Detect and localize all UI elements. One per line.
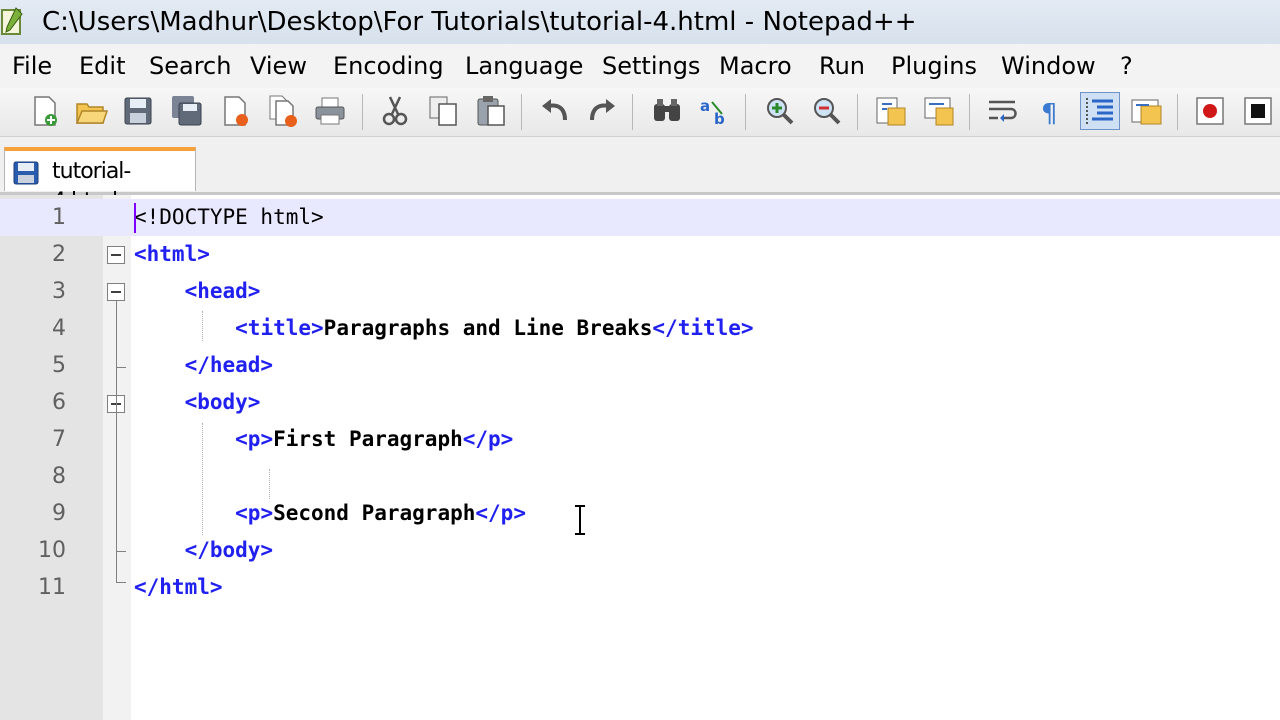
code-line: 4 <title>Paragraphs and Line Breaks</tit… [0,310,1280,347]
code-line: 6 <body> [0,384,1280,421]
menu-run[interactable]: Run [819,50,865,82]
open-file-icon[interactable] [74,94,108,128]
find-icon[interactable] [650,94,684,128]
line-text: </body> [134,538,274,562]
line-number: 9 [52,501,66,526]
code-editor[interactable]: 1 <!DOCTYPE html> 2 <html> 3 <head> 4 <t… [0,195,1280,720]
line-text: </html> [134,575,223,599]
line-number: 6 [52,390,66,415]
toolbar-separator [745,94,746,130]
saved-file-icon [13,161,39,185]
svg-text:a: a [700,97,710,115]
toolbar-separator [857,94,858,130]
window-title: C:\Users\Madhur\Desktop\For Tutorials\tu… [42,7,917,37]
svg-text:b: b [714,110,725,128]
code-line: 11 </html> [0,569,1280,606]
menu-plugins[interactable]: Plugins [891,50,977,82]
line-text: <title>Paragraphs and Line Breaks</title… [235,316,754,340]
line-text: </head> [134,353,274,377]
menu-macro[interactable]: Macro [719,50,792,82]
line-number: 4 [52,316,66,341]
line-text: <p>First Paragraph</p> [235,427,514,451]
code-line: 3 <head> [0,273,1280,310]
user-language-icon[interactable] [1129,94,1163,128]
line-text: <body> [134,390,261,414]
replace-icon[interactable]: ab [698,94,732,128]
close-all-icon[interactable] [267,94,301,128]
line-number: 2 [52,242,66,267]
line-number: 3 [52,279,66,304]
code-line: 2 <html> [0,236,1280,273]
line-number: 1 [52,205,66,230]
svg-text:¶: ¶ [1041,99,1058,128]
menu-bar: File Edit Search View Encoding Language … [0,44,1280,88]
toolbar: ab ¶ [0,88,1280,137]
stop-recording-icon[interactable] [1241,94,1275,128]
zoom-in-icon[interactable] [763,94,797,128]
undo-icon[interactable] [538,94,572,128]
save-all-icon[interactable] [170,94,204,128]
toolbar-separator [362,94,363,130]
code-line: 8 [0,458,1280,495]
sync-vertical-icon[interactable] [874,94,908,128]
sync-horizontal-icon[interactable] [922,94,956,128]
toolbar-separator [521,94,522,130]
line-text: <html> [134,242,210,266]
title-bar: C:\Users\Madhur\Desktop\For Tutorials\tu… [0,0,1280,44]
tab-bar: tutorial-4.html [0,137,1280,214]
indent-guide-icon[interactable] [1080,92,1120,130]
cut-icon[interactable] [378,94,412,128]
code-line: 5 </head> [0,347,1280,384]
new-file-icon[interactable] [28,94,62,128]
text-caret [134,203,136,233]
redo-icon[interactable] [585,94,619,128]
menu-settings[interactable]: Settings [602,50,700,82]
code-line: 10 </body> [0,532,1280,569]
code-line: 7 <p>First Paragraph</p> [0,421,1280,458]
print-icon[interactable] [313,94,347,128]
paste-icon[interactable] [474,94,508,128]
line-number: 7 [52,427,66,452]
line-number: 10 [38,538,66,563]
menu-window[interactable]: Window [1001,50,1096,82]
line-text: <head> [134,279,261,303]
zoom-out-icon[interactable] [810,94,844,128]
tab-tutorial-4[interactable]: tutorial-4.html [4,147,196,214]
menu-file[interactable]: File [12,50,52,82]
line-number: 8 [52,464,66,489]
text-cursor-icon [575,505,585,535]
line-number: 5 [52,353,66,378]
menu-help[interactable]: ? [1120,50,1133,82]
line-text: <!DOCTYPE html> [134,205,324,229]
menu-encoding[interactable]: Encoding [333,50,444,82]
toolbar-separator [632,94,633,130]
code-line: 1 <!DOCTYPE html> [0,199,1280,236]
line-text: <p>Second Paragraph</p> [235,501,526,525]
line-number: 11 [38,575,66,600]
show-all-characters-icon[interactable]: ¶ [1033,94,1067,128]
menu-language[interactable]: Language [465,50,583,82]
save-icon[interactable] [121,94,155,128]
record-macro-icon[interactable] [1193,94,1227,128]
notepad-plus-plus-icon [1,7,23,35]
copy-icon[interactable] [426,94,460,128]
menu-edit[interactable]: Edit [79,50,125,82]
close-icon[interactable] [219,94,253,128]
menu-search[interactable]: Search [149,50,231,82]
toolbar-separator [1177,94,1178,130]
word-wrap-icon[interactable] [986,94,1020,128]
code-line: 9 <p>Second Paragraph</p> [0,495,1280,532]
menu-view[interactable]: View [250,50,307,82]
toolbar-separator [969,94,970,130]
